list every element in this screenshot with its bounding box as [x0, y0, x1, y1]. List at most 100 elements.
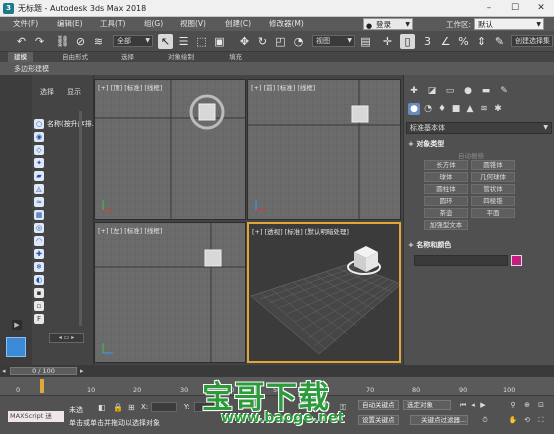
select-object-icon[interactable]: ↖: [158, 34, 173, 49]
display-xrefs-icon[interactable]: ◎: [34, 223, 44, 233]
systems-icon[interactable]: ✱: [492, 103, 504, 115]
display-spacewarps-icon[interactable]: ≈: [34, 197, 44, 207]
display-bones-icon[interactable]: ◠: [34, 236, 44, 246]
scale-icon[interactable]: ◰: [273, 34, 288, 49]
shapes-icon[interactable]: ◔: [422, 103, 434, 115]
pivot-center-icon[interactable]: ▤: [358, 34, 373, 49]
textplus-button[interactable]: 加强型文本: [424, 220, 468, 230]
object-type-rollout[interactable]: + 对象类型: [408, 139, 444, 149]
x-coord-field[interactable]: [151, 402, 177, 412]
cylinder-button[interactable]: 圆柱体: [424, 184, 468, 194]
viewport-left[interactable]: [+] [左] [标准] [线框]: [94, 222, 246, 363]
pan-icon[interactable]: ✋: [508, 415, 518, 425]
display-invert-icon[interactable]: ▫: [34, 301, 44, 311]
redo-icon[interactable]: ↷: [32, 34, 47, 49]
name-sort-header[interactable]: 名称(按升序排...: [47, 119, 98, 129]
teapot-button[interactable]: 茶壶: [424, 208, 468, 218]
menu-tools[interactable]: 工具(T): [100, 18, 125, 29]
viewport-perspective-label[interactable]: [+] [透视] [标准] [默认明暗处理]: [252, 226, 349, 236]
viewport-left-label[interactable]: [+] [左] [标准] [线框]: [98, 225, 162, 235]
workspace-dropdown[interactable]: 默认 ▼: [474, 18, 544, 30]
autogrid-checkbox[interactable]: 自动栅格: [458, 150, 484, 160]
percent-snap-icon[interactable]: %: [456, 34, 471, 49]
place-icon[interactable]: ◔: [291, 34, 306, 49]
select-manipulate-icon[interactable]: ✛: [380, 34, 395, 49]
tab-object-paint[interactable]: 对象绘制: [162, 52, 200, 62]
window-crossing-icon[interactable]: ▣: [212, 34, 227, 49]
menu-group[interactable]: 组(G): [144, 18, 163, 29]
category-dropdown[interactable]: 标准基本体 ▼: [406, 122, 552, 134]
display-groups-icon[interactable]: ▦: [34, 210, 44, 220]
lights-icon[interactable]: ♦: [436, 103, 448, 115]
scene-tab-select[interactable]: 选择: [40, 87, 54, 97]
move-icon[interactable]: ✥: [237, 34, 252, 49]
selection-lock-icon[interactable]: 🔒: [113, 403, 123, 412]
orbit-icon[interactable]: ⟲: [522, 415, 532, 425]
box-button[interactable]: 长方体: [424, 160, 468, 170]
maxscript-listener[interactable]: MAXScript 迷: [8, 411, 64, 422]
display-containers-icon[interactable]: ✚: [34, 249, 44, 259]
display-cameras-icon[interactable]: ▰: [34, 171, 44, 181]
tab-populate[interactable]: 填充: [223, 52, 248, 62]
torus-button[interactable]: 圆环: [424, 196, 468, 206]
previous-key-icon[interactable]: ◂: [468, 400, 478, 410]
rect-selection-icon[interactable]: ⬚: [194, 34, 209, 49]
create-tab-icon[interactable]: ✚: [408, 85, 420, 97]
name-color-rollout[interactable]: + 名称和颜色: [408, 240, 451, 250]
display-frozen-icon[interactable]: ❄: [34, 262, 44, 272]
display-lights-icon[interactable]: ✦: [34, 158, 44, 168]
menu-create[interactable]: 创建(C): [225, 18, 251, 29]
go-to-start-icon[interactable]: ⏮: [458, 400, 468, 410]
named-selection-sets-dropdown[interactable]: 创建选择集: [511, 35, 553, 47]
prev-frame-icon[interactable]: ◂: [2, 367, 6, 375]
select-by-name-icon[interactable]: ☰: [176, 34, 191, 49]
viewport-top-label[interactable]: [+] [顶] [标准] [线框]: [98, 82, 162, 92]
display-hidden-icon[interactable]: ◐: [34, 275, 44, 285]
scene-horizontal-scrollbar[interactable]: ◂ ▭ ▸: [49, 333, 84, 343]
spacewarps-icon[interactable]: ≋: [478, 103, 490, 115]
tab-selection[interactable]: 选择: [115, 52, 140, 62]
tab-modeling[interactable]: 建模: [8, 52, 33, 62]
next-frame-icon[interactable]: ▸: [80, 367, 84, 375]
viewport-top[interactable]: [+] [顶] [标准] [线框]: [94, 79, 246, 220]
display-all-icon[interactable]: ▪: [34, 288, 44, 298]
motion-tab-icon[interactable]: ●: [462, 85, 474, 97]
rotate-icon[interactable]: ↻: [255, 34, 270, 49]
object-name-field[interactable]: [414, 255, 508, 266]
unlink-icon[interactable]: ⊘: [73, 34, 88, 49]
time-slider-thumb[interactable]: 0 / 100: [10, 367, 77, 375]
helpers-icon[interactable]: ▲: [464, 103, 476, 115]
snap-toggle-icon[interactable]: 3: [420, 34, 435, 49]
display-shapes-icon[interactable]: ◇: [34, 145, 44, 155]
modify-tab-icon[interactable]: ◪: [426, 85, 438, 97]
sphere-button[interactable]: 球体: [424, 172, 468, 182]
geosphere-button[interactable]: 几何球体: [471, 172, 515, 182]
menu-file[interactable]: 文件(F): [13, 18, 38, 29]
geometry-icon[interactable]: ●: [408, 103, 420, 115]
display-tab-icon[interactable]: ▬: [480, 85, 492, 97]
display-none-icon[interactable]: ○: [34, 119, 44, 129]
undo-icon[interactable]: ↶: [14, 34, 29, 49]
display-geometry-icon[interactable]: ◉: [34, 132, 44, 142]
isolate-icon[interactable]: ◧: [98, 403, 106, 412]
zoom-icon[interactable]: ⚲: [508, 400, 518, 410]
viewport-layout-icon[interactable]: [6, 337, 26, 357]
ribbon-subtitle[interactable]: 多边形建模: [14, 64, 49, 74]
time-config-icon[interactable]: ⏱: [480, 415, 490, 425]
utilities-tab-icon[interactable]: ✎: [498, 85, 510, 97]
bind-spacewarp-icon[interactable]: ≋: [91, 34, 106, 49]
menu-modifiers[interactable]: 修改器(M): [269, 18, 304, 29]
setkey-button[interactable]: 设置关键点: [358, 415, 399, 425]
autokey-button[interactable]: 自动关键点: [358, 400, 399, 410]
viewport-front-label[interactable]: [+] [前] [标准] [线框]: [251, 82, 315, 92]
keyboard-shortcut-override-icon[interactable]: ▯: [400, 34, 415, 49]
signin-dropdown[interactable]: ● 登录 ▼: [363, 18, 413, 30]
link-icon[interactable]: ⛓: [55, 34, 70, 49]
menu-views[interactable]: 视图(V): [180, 18, 206, 29]
cone-button[interactable]: 圆锥体: [471, 160, 515, 170]
play-icon[interactable]: ▶: [478, 400, 488, 410]
object-color-swatch[interactable]: [511, 255, 522, 266]
tube-button[interactable]: 管状体: [471, 184, 515, 194]
cameras-icon[interactable]: ■: [450, 103, 462, 115]
minimize-button[interactable]: –: [476, 0, 502, 17]
